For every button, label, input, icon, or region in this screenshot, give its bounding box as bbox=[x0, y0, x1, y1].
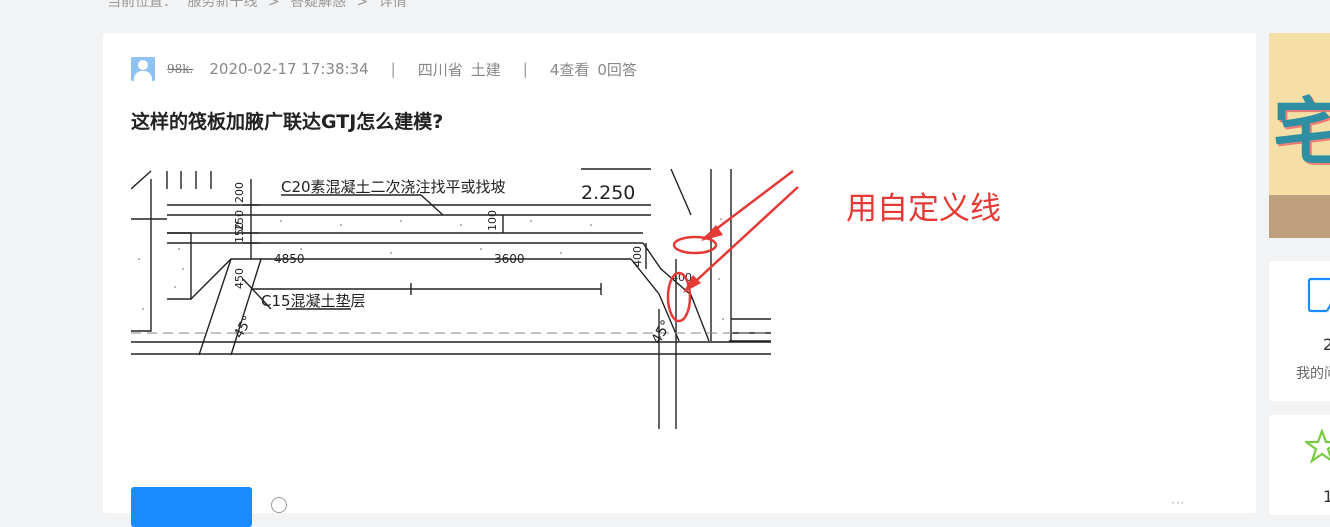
figure-dim-100: 100 bbox=[486, 210, 499, 231]
meta-separator: | bbox=[390, 60, 396, 78]
breadcrumb-separator: > bbox=[267, 0, 280, 10]
category: 土建 bbox=[470, 60, 501, 79]
figure-label-elevation: 2.250 bbox=[581, 182, 635, 204]
favorites-count: 1 bbox=[1323, 487, 1330, 506]
question-card: 98k. 2020-02-17 17:38:34 | 四川省 土建 | 4查看 … bbox=[103, 33, 1256, 527]
post-datetime: 2020-02-17 17:38:34 bbox=[209, 60, 369, 78]
breadcrumb-label: 当前位置： bbox=[107, 0, 177, 10]
view-count: 4查看 bbox=[549, 60, 590, 79]
region: 四川省 bbox=[417, 60, 463, 79]
figure-dim-3600: 3600 bbox=[494, 252, 525, 266]
meta-separator: | bbox=[522, 60, 528, 78]
answer-count: 0回答 bbox=[597, 60, 637, 79]
username[interactable]: 98k. bbox=[167, 62, 193, 76]
figure-dim-200: 200 bbox=[233, 182, 246, 203]
figure-angle-45: 45° bbox=[231, 314, 256, 341]
question-title: 这样的筏板加腋广联达GTJ怎么建模? bbox=[131, 111, 444, 133]
figure-dim-4850: 4850 bbox=[274, 252, 305, 266]
figure-dim-150: 150 bbox=[233, 222, 246, 243]
figure-dim-450: 450 bbox=[233, 268, 246, 289]
sidebar-card-favorites[interactable]: 1 bbox=[1269, 415, 1330, 515]
breadcrumb: 当前位置： 服务新干线 > 答疑解惑 > 详情 bbox=[107, 0, 413, 11]
my-questions-count: 2 bbox=[1323, 335, 1330, 354]
question-meta: 98k. 2020-02-17 17:38:34 | 四川省 土建 | 4查看 … bbox=[131, 57, 637, 81]
question-image[interactable]: C20素混凝土二次浇注找平或找坡 2.250 C15混凝土垫层 4850 360… bbox=[131, 159, 1031, 429]
more-icon[interactable]: ⋯ bbox=[1171, 495, 1185, 511]
sidebar-banner[interactable]: 宅 bbox=[1269, 33, 1330, 238]
sidebar-card-my-questions[interactable]: 2 我的问 bbox=[1269, 261, 1330, 401]
answer-button[interactable] bbox=[131, 487, 252, 527]
breadcrumb-item-detail: 详情 bbox=[378, 0, 407, 10]
edit-icon bbox=[1307, 277, 1330, 313]
figure-annotation: 用自定义线 bbox=[846, 191, 1001, 227]
star-icon bbox=[1305, 429, 1330, 464]
figure-label-c15: C15混凝土垫层 bbox=[261, 292, 366, 310]
figure-dim-400-vertical: 400 bbox=[631, 246, 644, 267]
banner-graphic: 宅 bbox=[1273, 90, 1330, 174]
user-avatar-icon[interactable] bbox=[131, 57, 155, 81]
breadcrumb-separator: > bbox=[356, 0, 369, 10]
breadcrumb-item-qa[interactable]: 答疑解惑 bbox=[290, 0, 346, 10]
breadcrumb-item-service[interactable]: 服务新干线 bbox=[187, 0, 257, 10]
info-icon[interactable] bbox=[271, 497, 287, 513]
figure-label-c20: C20素混凝土二次浇注找平或找坡 bbox=[281, 178, 506, 196]
my-questions-label: 我的问 bbox=[1296, 366, 1330, 382]
